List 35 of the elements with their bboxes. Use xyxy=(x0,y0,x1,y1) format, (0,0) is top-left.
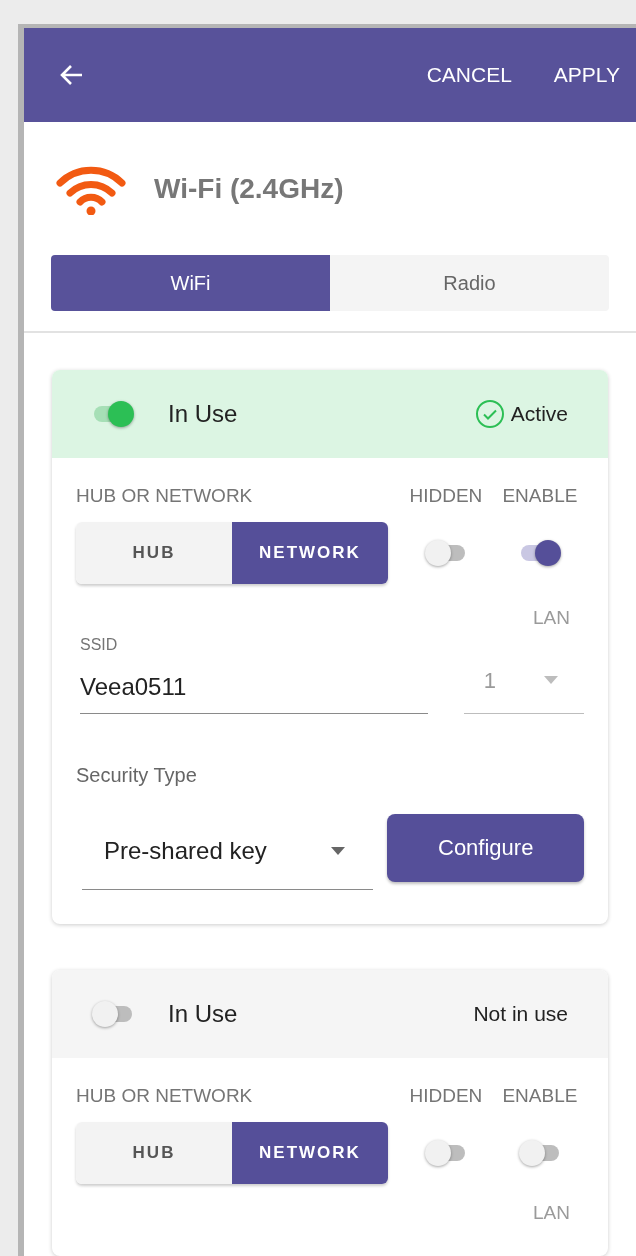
apply-button[interactable]: APPLY xyxy=(553,59,620,91)
mode-toggle[interactable]: NETWORK xyxy=(232,1122,388,1184)
ssid-field[interactable]: Veea0511 xyxy=(80,656,428,714)
cancel-button[interactable]: CANCEL xyxy=(426,59,512,91)
in-use-label: In Use xyxy=(168,998,238,1029)
dropdown-caret-icon xyxy=(331,846,346,855)
security-type-label: Security Type xyxy=(76,762,198,788)
mode-toggle[interactable]: HUB xyxy=(76,522,232,584)
hidden-label: HIDDEN xyxy=(409,483,483,508)
hidden-switch[interactable] xyxy=(424,1140,467,1166)
check-circle-icon xyxy=(474,398,505,429)
mode-label: HUB OR NETWORK xyxy=(76,1083,254,1108)
ssid-label: SSID xyxy=(80,634,119,655)
page-title: Wi-Fi (2.4GHz) xyxy=(154,171,344,206)
enable-switch[interactable] xyxy=(518,1140,561,1166)
hidden-label: HIDDEN xyxy=(409,1083,483,1108)
lan-label: LAN xyxy=(533,1204,570,1222)
enable-label: ENABLE xyxy=(502,1083,578,1108)
dropdown-caret-icon xyxy=(544,676,558,684)
status-label: Not in use xyxy=(473,1000,568,1027)
mode-toggle[interactable]: HUB xyxy=(76,1122,232,1184)
status-label: Active xyxy=(510,400,568,427)
hidden-switch[interactable] xyxy=(424,540,467,566)
configure-button[interactable]: Configure xyxy=(387,813,584,882)
in-use-label: In Use xyxy=(168,398,238,429)
security-type-select[interactable]: Pre-shared key xyxy=(82,822,374,890)
lan-label: LAN xyxy=(533,606,570,630)
back-arrow-icon[interactable] xyxy=(58,63,84,87)
in-use-switch[interactable] xyxy=(92,400,134,427)
enable-label: ENABLE xyxy=(502,483,578,508)
tab[interactable]: Radio xyxy=(330,255,609,311)
tab[interactable]: WiFi xyxy=(51,255,330,311)
in-use-switch[interactable] xyxy=(92,1000,134,1027)
mode-toggle[interactable]: NETWORK xyxy=(232,522,388,584)
mode-label: HUB OR NETWORK xyxy=(76,483,254,508)
